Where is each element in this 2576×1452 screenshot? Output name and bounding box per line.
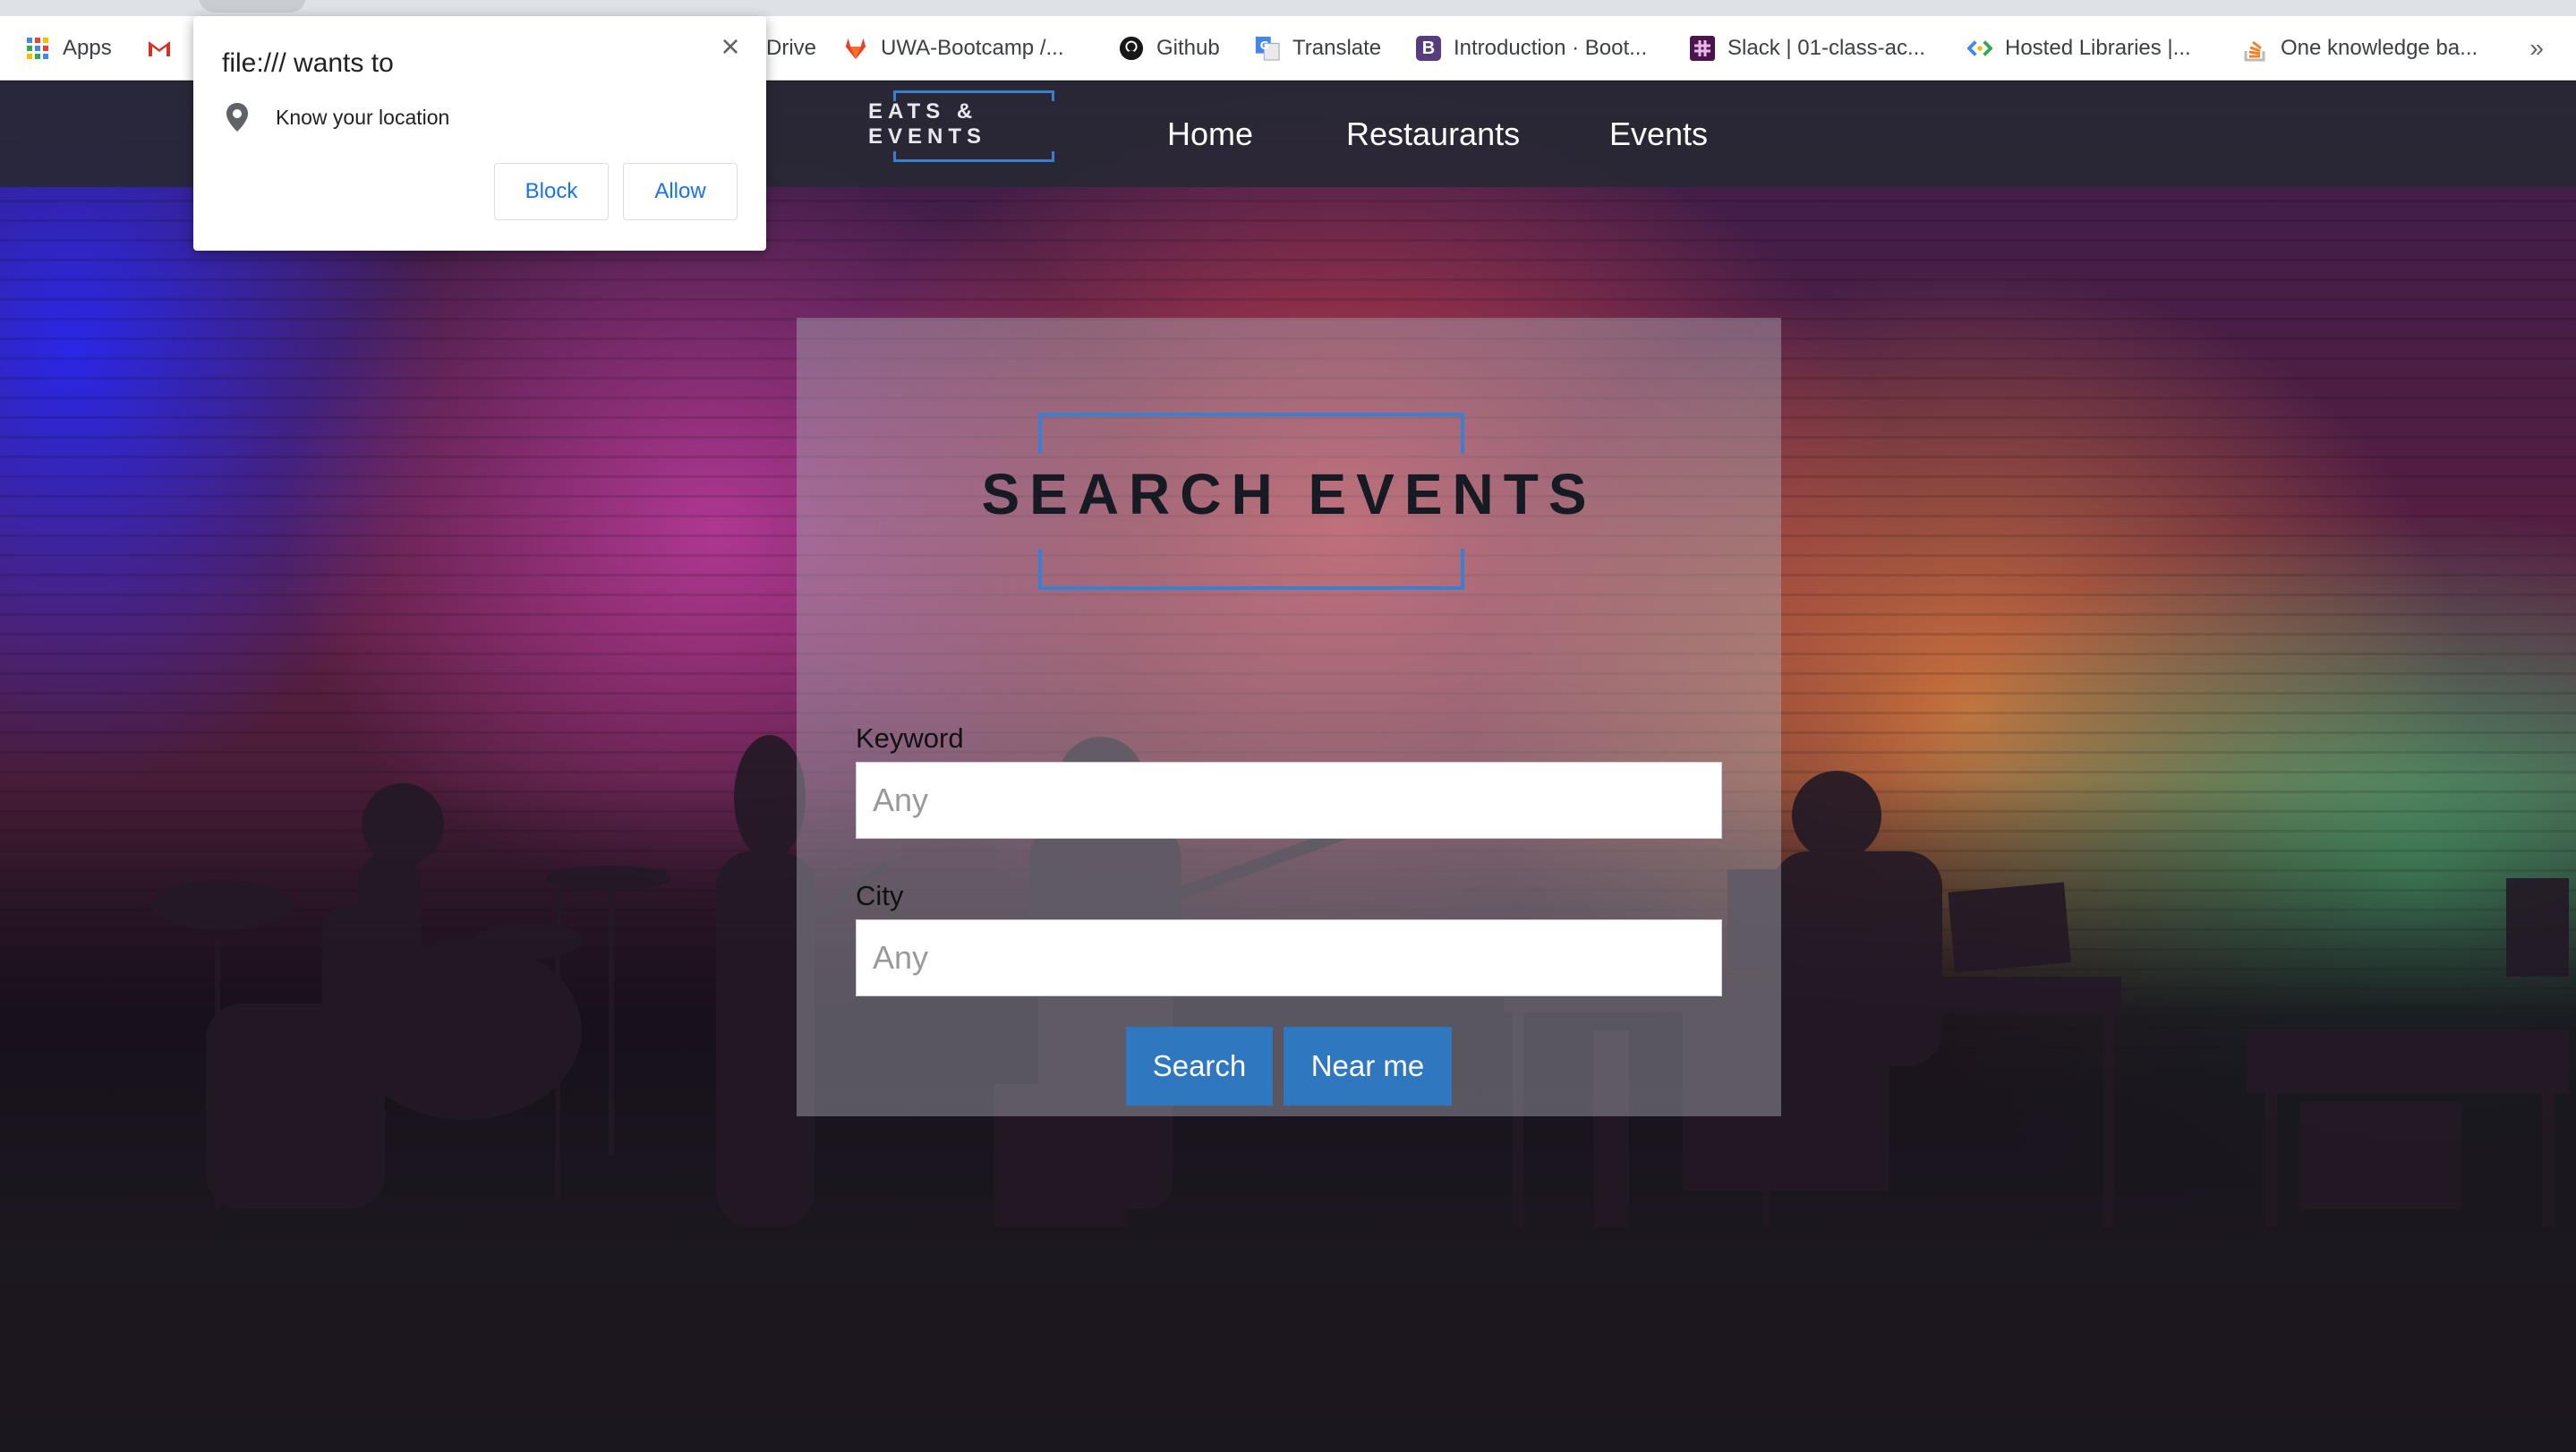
github-icon xyxy=(1119,36,1144,61)
search-events-title: SEARCH EVENTS xyxy=(981,462,1597,526)
bookmark-slack[interactable]: Slack | 01-class-ac... xyxy=(1690,30,1925,66)
city-label: City xyxy=(856,880,904,911)
gmail-icon xyxy=(147,36,172,61)
brand-logo[interactable]: EATS & EVENTS xyxy=(868,90,1079,162)
browser-toolbar xyxy=(0,0,2576,16)
location-pin-icon xyxy=(226,102,249,134)
bookmark-hosted-libraries[interactable]: Hosted Libraries |... xyxy=(1967,30,2191,66)
bookmark-label: Translate xyxy=(1292,36,1382,60)
brand-frame-bottom xyxy=(893,151,1054,162)
svg-text:G: G xyxy=(1260,39,1269,52)
search-events-panel: SEARCH EVENTS Keyword City Search Near m… xyxy=(797,318,1781,1116)
bookmark-drive[interactable]: Drive xyxy=(766,30,816,66)
logo-frame-top xyxy=(1038,413,1464,454)
brand-text: EATS & EVENTS xyxy=(868,99,987,149)
bookmark-label: Slack | 01-class-ac... xyxy=(1727,36,1925,60)
logo-frame-bottom xyxy=(1038,549,1464,590)
search-button[interactable]: Search xyxy=(1126,1027,1273,1106)
bookmark-label: One knowledge ba... xyxy=(2281,36,2478,60)
bookmark-label: Drive xyxy=(766,36,817,60)
address-bar[interactable] xyxy=(199,0,306,13)
city-input[interactable] xyxy=(856,919,1722,996)
page-content: EATS & EVENTS Home Restaurants Events SE… xyxy=(0,81,2576,1452)
brand-frame-top xyxy=(893,90,1054,101)
allow-button[interactable]: Allow xyxy=(623,163,738,220)
bookmark-apps[interactable]: Apps xyxy=(25,30,112,66)
close-icon[interactable]: × xyxy=(712,28,748,64)
apps-grid-icon xyxy=(25,36,50,61)
bookmark-label: Hosted Libraries |... xyxy=(2005,36,2191,60)
bookmark-bootstrap[interactable]: B Introduction · Boot... xyxy=(1416,30,1647,66)
bookmark-label: Introduction · Boot... xyxy=(1454,36,1648,60)
bookmark-stackoverflow[interactable]: One knowledge ba... xyxy=(2243,30,2478,66)
nav-link-events[interactable]: Events xyxy=(1609,115,1708,153)
keyword-input[interactable] xyxy=(856,762,1722,839)
near-me-button[interactable]: Near me xyxy=(1284,1027,1452,1106)
nav-link-home[interactable]: Home xyxy=(1167,115,1253,153)
block-button[interactable]: Block xyxy=(494,163,609,220)
bookmark-uwa-bootcamp[interactable]: UWA-Bootcamp /... xyxy=(843,30,1064,66)
bookmark-github[interactable]: Github xyxy=(1119,30,1220,66)
bookmark-label: Apps xyxy=(63,36,112,60)
bookmarks-overflow-button[interactable]: » xyxy=(2529,34,2544,63)
stackoverflow-icon xyxy=(2243,36,2268,62)
bookmark-translate[interactable]: G Translate xyxy=(1255,30,1381,66)
bookmark-label: Github xyxy=(1156,36,1220,60)
nav-link-restaurants[interactable]: Restaurants xyxy=(1346,115,1520,153)
hosted-libraries-icon xyxy=(1967,36,1992,61)
search-events-logo: SEARCH EVENTS xyxy=(797,318,1781,622)
permission-description: Know your location xyxy=(276,106,450,129)
bookmark-gmail[interactable] xyxy=(147,30,172,66)
slack-icon xyxy=(1690,36,1715,61)
bookmark-label: UWA-Bootcamp /... xyxy=(881,36,1064,60)
bootstrap-icon: B xyxy=(1416,36,1441,61)
location-permission-popup: file:/// wants to × Know your location B… xyxy=(193,16,766,251)
gitlab-icon xyxy=(843,36,868,61)
popup-title: file:/// wants to xyxy=(222,48,394,78)
translate-icon: G xyxy=(1255,36,1280,61)
keyword-label: Keyword xyxy=(856,722,964,754)
